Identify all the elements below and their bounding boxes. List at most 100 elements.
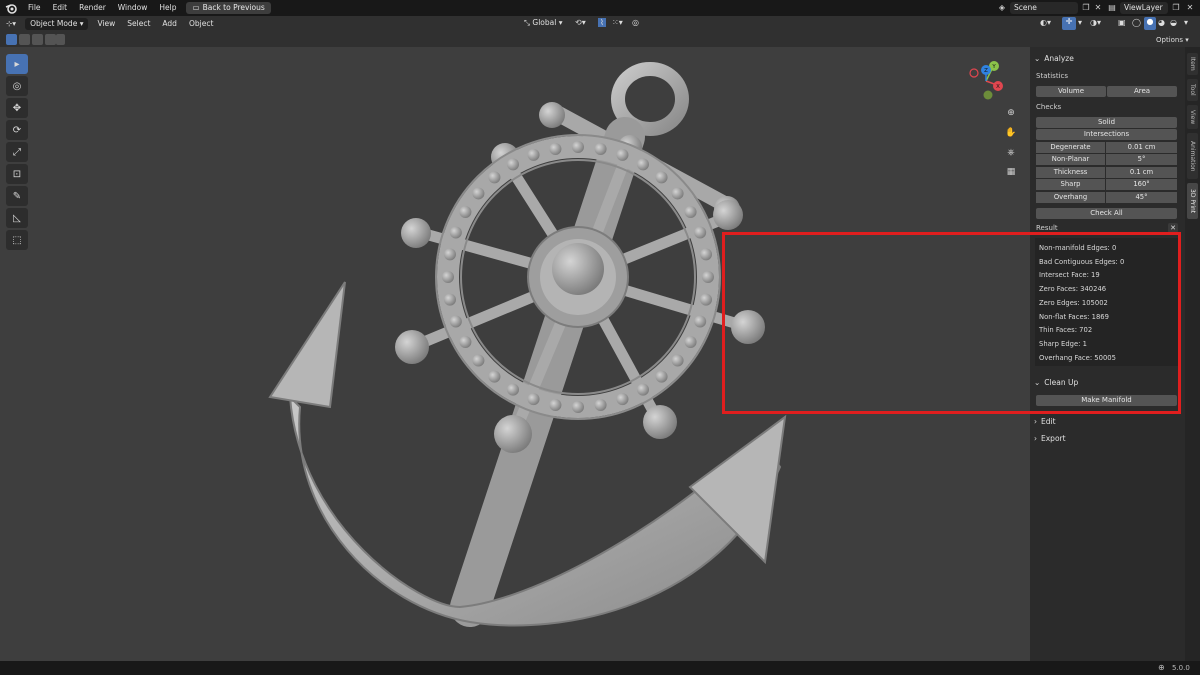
overlay-icon[interactable]: ◑▾ bbox=[1090, 18, 1101, 27]
solid-button[interactable]: Solid bbox=[1036, 117, 1177, 128]
tab-item[interactable]: Item bbox=[1187, 53, 1198, 75]
wheel-bead bbox=[472, 354, 485, 367]
solid-shading-icon[interactable]: ● bbox=[1144, 17, 1156, 30]
wheel-bead bbox=[637, 158, 649, 171]
snap-icon[interactable]: ⌇ bbox=[598, 18, 606, 27]
visibility-icon[interactable]: ◐▾ bbox=[1040, 18, 1051, 27]
sharp-row[interactable]: Sharp 160° bbox=[1036, 179, 1177, 190]
zoom-icon[interactable]: ⊕ bbox=[1004, 106, 1018, 120]
thickness-row[interactable]: Thickness 0.1 cm bbox=[1036, 167, 1177, 178]
neg-y-axis-icon[interactable] bbox=[983, 90, 993, 100]
rotate-tool-icon[interactable]: ⟳ bbox=[6, 120, 28, 140]
area-button[interactable]: Area bbox=[1107, 86, 1177, 97]
select-mode-intersect-icon[interactable] bbox=[56, 34, 65, 45]
wireframe-shading-icon[interactable]: ◯ bbox=[1132, 18, 1141, 27]
pivot-icon[interactable]: ⟲▾ bbox=[575, 18, 586, 27]
pan-hand-icon[interactable]: ✋ bbox=[1004, 126, 1018, 140]
header-menu-select[interactable]: Select bbox=[121, 16, 156, 32]
neg-x-axis-icon[interactable] bbox=[969, 68, 979, 78]
tab-tool[interactable]: Tool bbox=[1187, 79, 1198, 101]
status-bar: ⊕ 5.0.0 bbox=[0, 661, 1200, 675]
tab-view[interactable]: View bbox=[1187, 105, 1198, 129]
intersections-button[interactable]: Intersections bbox=[1036, 129, 1177, 140]
copy-icon[interactable]: ❐ bbox=[1080, 2, 1092, 14]
orientation-dropdown[interactable]: ⤡ Global ▾ bbox=[524, 18, 562, 28]
back-to-previous-button[interactable]: ▭ Back to Previous bbox=[186, 2, 271, 14]
check-value[interactable]: 0.01 cm bbox=[1106, 142, 1177, 153]
rendered-shading-icon[interactable]: ◒ bbox=[1170, 18, 1177, 27]
scale-tool-icon[interactable]: ⤢ bbox=[6, 142, 28, 162]
navigation-gizmo[interactable]: X Y Z bbox=[960, 57, 1010, 103]
wheel-bead bbox=[594, 399, 607, 412]
editor-type-icon[interactable]: ⊹▾ bbox=[0, 16, 22, 32]
check-value[interactable]: 0.1 cm bbox=[1106, 167, 1177, 178]
analyze-panel-header[interactable]: ⌄ Analyze bbox=[1034, 52, 1074, 64]
check-key[interactable]: Overhang bbox=[1036, 192, 1106, 203]
edit-panel-header[interactable]: › Edit bbox=[1034, 415, 1056, 427]
wheel-bead bbox=[655, 370, 668, 383]
blender-logo-icon[interactable] bbox=[4, 1, 18, 15]
cursor-tool-icon[interactable]: ◎ bbox=[6, 76, 28, 96]
view-layer-field[interactable]: ViewLayer bbox=[1120, 2, 1168, 14]
menu-help[interactable]: Help bbox=[153, 0, 182, 16]
check-key[interactable]: Non-Planar bbox=[1036, 154, 1106, 165]
move-tool-icon[interactable]: ✥ bbox=[6, 98, 28, 118]
wheel-bead bbox=[616, 393, 629, 406]
close-layer-icon[interactable]: ✕ bbox=[1184, 2, 1196, 14]
copy-layer-icon[interactable]: ❐ bbox=[1170, 2, 1182, 14]
gizmo-toggle-icon[interactable]: ✛ bbox=[1062, 17, 1076, 30]
degenerate-row[interactable]: Degenerate 0.01 cm bbox=[1036, 142, 1177, 153]
menu-render[interactable]: Render bbox=[73, 0, 112, 16]
view-layer-icon[interactable]: ▤ bbox=[1106, 2, 1118, 14]
check-key[interactable]: Degenerate bbox=[1036, 142, 1106, 153]
check-key[interactable]: Thickness bbox=[1036, 167, 1106, 178]
check-key[interactable]: Sharp bbox=[1036, 179, 1106, 190]
perspective-grid-icon[interactable]: ▦ bbox=[1004, 165, 1018, 179]
overhang-row[interactable]: Overhang 45° bbox=[1036, 192, 1177, 203]
proportional-edit-icon[interactable]: ◎ bbox=[632, 18, 639, 27]
export-panel-header[interactable]: › Export bbox=[1034, 432, 1066, 444]
wheel-bead bbox=[702, 271, 714, 283]
header-menu-view[interactable]: View bbox=[91, 16, 121, 32]
tab-3d-print[interactable]: 3D Print bbox=[1187, 183, 1198, 219]
check-all-button[interactable]: Check All bbox=[1036, 208, 1177, 219]
menu-window[interactable]: Window bbox=[112, 0, 154, 16]
select-tool-icon[interactable]: ▸ bbox=[6, 54, 28, 74]
header-menu-add[interactable]: Add bbox=[156, 16, 183, 32]
material-shading-icon[interactable]: ◕ bbox=[1158, 18, 1165, 27]
camera-view-icon[interactable]: ⎈ bbox=[1004, 146, 1018, 160]
select-mode-extend-icon[interactable] bbox=[19, 34, 30, 45]
check-value[interactable]: 45° bbox=[1106, 192, 1177, 203]
wheel-bead bbox=[549, 399, 562, 412]
tool-settings-row bbox=[0, 32, 1200, 47]
analyze-title: Analyze bbox=[1044, 53, 1074, 63]
add-cube-tool-icon[interactable]: ⬚ bbox=[6, 230, 28, 250]
check-value[interactable]: 5° bbox=[1106, 154, 1177, 165]
volume-button[interactable]: Volume bbox=[1036, 86, 1106, 97]
gizmo-dropdown-icon[interactable]: ▾ bbox=[1078, 18, 1082, 27]
menu-edit[interactable]: Edit bbox=[47, 0, 74, 16]
shading-dropdown-icon[interactable]: ▾ bbox=[1184, 18, 1188, 27]
select-mode-invert-icon[interactable] bbox=[45, 34, 56, 45]
xray-icon[interactable]: ▣ bbox=[1118, 18, 1126, 27]
header-menu-object[interactable]: Object bbox=[183, 16, 219, 32]
annotate-tool-icon[interactable]: ✎ bbox=[6, 186, 28, 206]
select-mode-new-icon[interactable] bbox=[6, 34, 17, 45]
transform-tool-icon[interactable]: ⊡ bbox=[6, 164, 28, 184]
x-axis-label: X bbox=[996, 84, 1000, 90]
options-dropdown[interactable]: Options ▾ bbox=[1152, 34, 1193, 46]
measure-tool-icon[interactable]: ◺ bbox=[6, 208, 28, 228]
scene-icon[interactable]: ◈ bbox=[996, 2, 1008, 14]
tab-animation[interactable]: Animation bbox=[1187, 133, 1198, 179]
non-planar-row[interactable]: Non-Planar 5° bbox=[1036, 154, 1177, 165]
scene-field[interactable]: Scene bbox=[1010, 2, 1078, 14]
wheel-bead bbox=[459, 206, 472, 218]
snap-target-icon[interactable]: ⁙▾ bbox=[612, 18, 623, 27]
menu-file[interactable]: File bbox=[22, 0, 47, 16]
mode-label: Object Mode bbox=[30, 19, 78, 28]
check-value[interactable]: 160° bbox=[1106, 179, 1177, 190]
wheel-bead bbox=[449, 226, 462, 239]
mode-dropdown[interactable]: Object Mode ▾ bbox=[25, 18, 89, 30]
close-icon[interactable]: ✕ bbox=[1092, 2, 1104, 14]
select-mode-subtract-icon[interactable] bbox=[32, 34, 43, 45]
